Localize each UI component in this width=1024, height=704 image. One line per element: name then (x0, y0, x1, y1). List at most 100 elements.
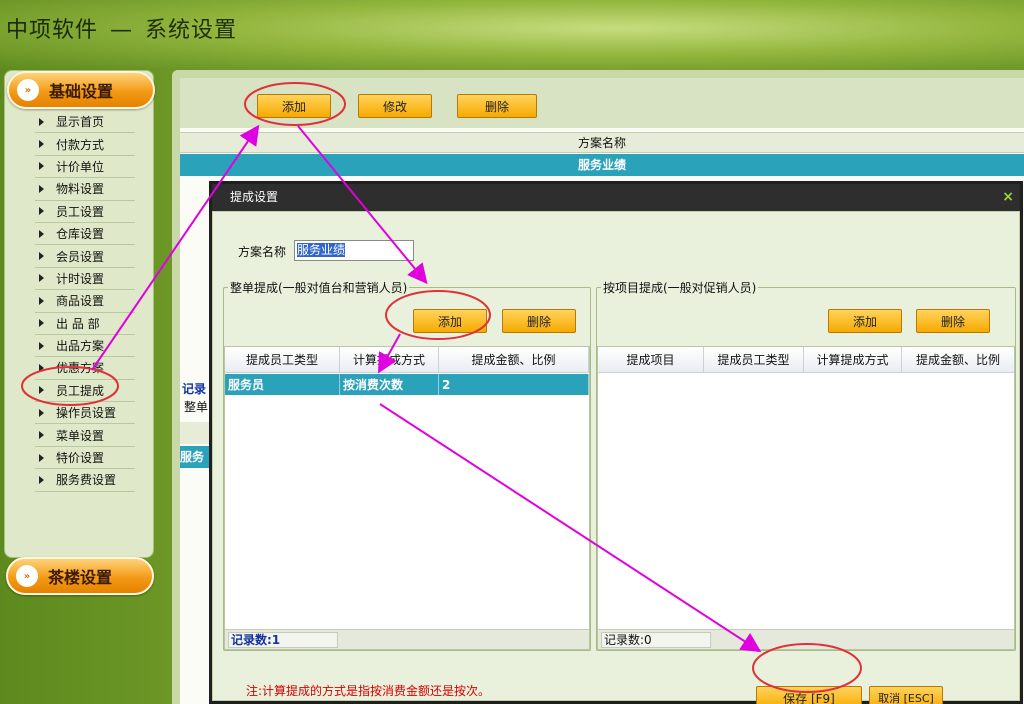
sidebar-item-home[interactable]: 显示首页 (35, 111, 135, 134)
sidebar-item-units[interactable]: 计价单位 (35, 156, 135, 179)
sidebar-item-goods[interactable]: 商品设置 (35, 290, 135, 313)
scheme-name-value: 服务业绩 (297, 243, 346, 257)
grid-footer: 记录数:0 (598, 629, 1014, 649)
sidebar-item-label: 优惠方案 (56, 361, 105, 376)
arrow-right-icon (39, 162, 44, 171)
sidebar-item-discount[interactable]: 优惠方案 (35, 357, 135, 380)
sidebar-item-output-plan[interactable]: 出品方案 (35, 335, 135, 358)
col-calc-method[interactable]: 计算提成方式 (804, 347, 902, 372)
dialog-titlebar: 提成设置 × (212, 184, 1020, 211)
sidebar-item-special-price[interactable]: 特价设置 (35, 447, 135, 470)
sidebar-item-members[interactable]: 会员设置 (35, 245, 135, 268)
arrow-right-icon (39, 363, 44, 372)
grid-footer: 记录数:1 (225, 629, 589, 649)
dialog-title: 提成设置 (230, 190, 279, 204)
main-records-peek: 记录 (182, 382, 207, 396)
whole-order-grid: 提成员工类型 计算提成方式 提成金额、比例 服务员 按消费次数 2 记录数:1 (224, 346, 590, 650)
group-label: 基础设置 (49, 82, 114, 101)
sidebar-item-label: 菜单设置 (56, 428, 105, 443)
sidebar-item-timing[interactable]: 计时设置 (35, 268, 135, 291)
left-add-button[interactable]: 添加 (413, 309, 487, 333)
arrow-right-icon (39, 140, 44, 149)
group-teahouse-settings[interactable]: » 茶楼设置 (6, 557, 154, 595)
sidebar: » 基础设置 显示首页 付款方式 计价单位 物料设置 员工设置 仓库设置 会员设… (4, 70, 155, 558)
title-separator: — (110, 18, 134, 43)
commission-note: 注:计算提成的方式是指按消费金额还是按次。 (246, 684, 491, 698)
page-title: 系统设置 (145, 18, 238, 43)
sidebar-item-label: 服务费设置 (56, 473, 117, 488)
main-table-row[interactable]: 服务业绩 (180, 154, 1024, 176)
sidebar-item-menu[interactable]: 菜单设置 (35, 424, 135, 447)
sidebar-item-payment[interactable]: 付款方式 (35, 133, 135, 156)
sidebar-item-label: 特价设置 (56, 451, 105, 466)
sidebar-item-output-dept[interactable]: 出 品 部 (35, 313, 135, 335)
group-basic-settings[interactable]: » 基础设置 (7, 71, 155, 109)
arrow-right-icon (39, 408, 44, 417)
arrow-right-icon (39, 252, 44, 261)
item-commission-group: 按项目提成(一般对促销人员) 添加 删除 提成项目 提成员工类型 计算提成方式 … (596, 279, 1016, 651)
sidebar-item-label: 显示首页 (56, 115, 105, 130)
sidebar-item-label: 物料设置 (56, 182, 105, 197)
cell-calc-method: 按消费次数 (340, 374, 439, 395)
cancel-button[interactable]: 取消 [ESC] (869, 686, 943, 704)
arrow-right-icon (39, 475, 44, 484)
main-edit-button[interactable]: 修改 (358, 94, 432, 118)
table-row[interactable]: 服务员 按消费次数 2 (225, 374, 589, 395)
arrow-right-icon (39, 117, 44, 126)
sidebar-item-label: 商品设置 (56, 294, 105, 309)
expand-icon: » (17, 79, 39, 101)
main-column-header: 方案名称 (180, 132, 1024, 153)
main-whole-peek: 整单 (184, 400, 209, 414)
grid-header: 提成项目 提成员工类型 计算提成方式 提成金额、比例 (598, 347, 1014, 373)
expand-icon: » (16, 565, 38, 587)
whole-order-legend: 整单提成(一般对值台和营销人员) (228, 279, 410, 296)
arrow-right-icon (39, 274, 44, 283)
sidebar-item-commission[interactable]: 员工提成 (35, 380, 135, 403)
arrow-right-icon (39, 453, 44, 462)
sidebar-item-warehouse[interactable]: 仓库设置 (35, 223, 135, 246)
item-commission-grid: 提成项目 提成员工类型 计算提成方式 提成金额、比例 记录数:0 (597, 346, 1015, 650)
sidebar-item-label: 计时设置 (56, 271, 105, 286)
arrow-right-icon (39, 207, 44, 216)
sidebar-item-label: 员工设置 (56, 204, 105, 219)
whole-order-commission-group: 整单提成(一般对值台和营销人员) 添加 删除 提成员工类型 计算提成方式 提成金… (223, 279, 591, 651)
col-amount-ratio[interactable]: 提成金额、比例 (902, 347, 1014, 372)
right-add-button[interactable]: 添加 (828, 309, 902, 333)
sidebar-item-label: 仓库设置 (56, 227, 105, 242)
main-peek-header (180, 422, 212, 444)
sidebar-item-label: 操作员设置 (56, 406, 117, 421)
main-delete-button[interactable]: 删除 (457, 94, 537, 118)
col-staff-type[interactable]: 提成员工类型 (704, 347, 804, 372)
save-button[interactable]: 保存 [F9] (756, 686, 862, 704)
main-add-button[interactable]: 添加 (257, 94, 331, 118)
sidebar-item-label: 员工提成 (56, 383, 105, 398)
left-delete-button[interactable]: 删除 (502, 309, 576, 333)
col-calc-method[interactable]: 计算提成方式 (340, 347, 439, 372)
arrow-right-icon (39, 296, 44, 305)
dialog-body: 方案名称 服务业绩 整单提成(一般对值台和营销人员) 添加 删除 提成员工类型 … (212, 211, 1020, 704)
sidebar-item-label: 出 品 部 (56, 316, 100, 331)
right-record-count: 记录数:0 (601, 632, 711, 648)
close-icon[interactable]: × (1002, 184, 1014, 211)
commission-dialog: 提成设置 × 方案名称 服务业绩 整单提成(一般对值台和营销人员) 添加 删除 … (209, 181, 1023, 704)
sidebar-item-service-fee[interactable]: 服务费设置 (35, 469, 135, 492)
sidebar-item-operators[interactable]: 操作员设置 (35, 402, 135, 425)
left-record-count: 记录数:1 (228, 632, 338, 648)
sidebar-item-staff[interactable]: 员工设置 (35, 201, 135, 223)
col-item[interactable]: 提成项目 (598, 347, 704, 372)
arrow-right-icon (39, 431, 44, 440)
sidebar-item-label: 计价单位 (56, 159, 105, 174)
main-service-peek: 服务 (180, 446, 212, 468)
sidebar-item-materials[interactable]: 物料设置 (35, 178, 135, 201)
right-delete-button[interactable]: 删除 (916, 309, 990, 333)
scheme-name-input[interactable]: 服务业绩 (294, 240, 414, 261)
app-title: 中项软件 — 系统设置 (6, 12, 237, 44)
col-amount-ratio[interactable]: 提成金额、比例 (439, 347, 589, 372)
brand-name: 中项软件 (6, 18, 99, 43)
arrow-right-icon (39, 319, 44, 328)
arrow-right-icon (39, 341, 44, 350)
sidebar-menu: 显示首页 付款方式 计价单位 物料设置 员工设置 仓库设置 会员设置 计时设置 … (35, 111, 135, 492)
col-staff-type[interactable]: 提成员工类型 (225, 347, 340, 372)
app-header: 中项软件 — 系统设置 (0, 0, 1024, 70)
cell-amount-ratio: 2 (439, 374, 589, 395)
